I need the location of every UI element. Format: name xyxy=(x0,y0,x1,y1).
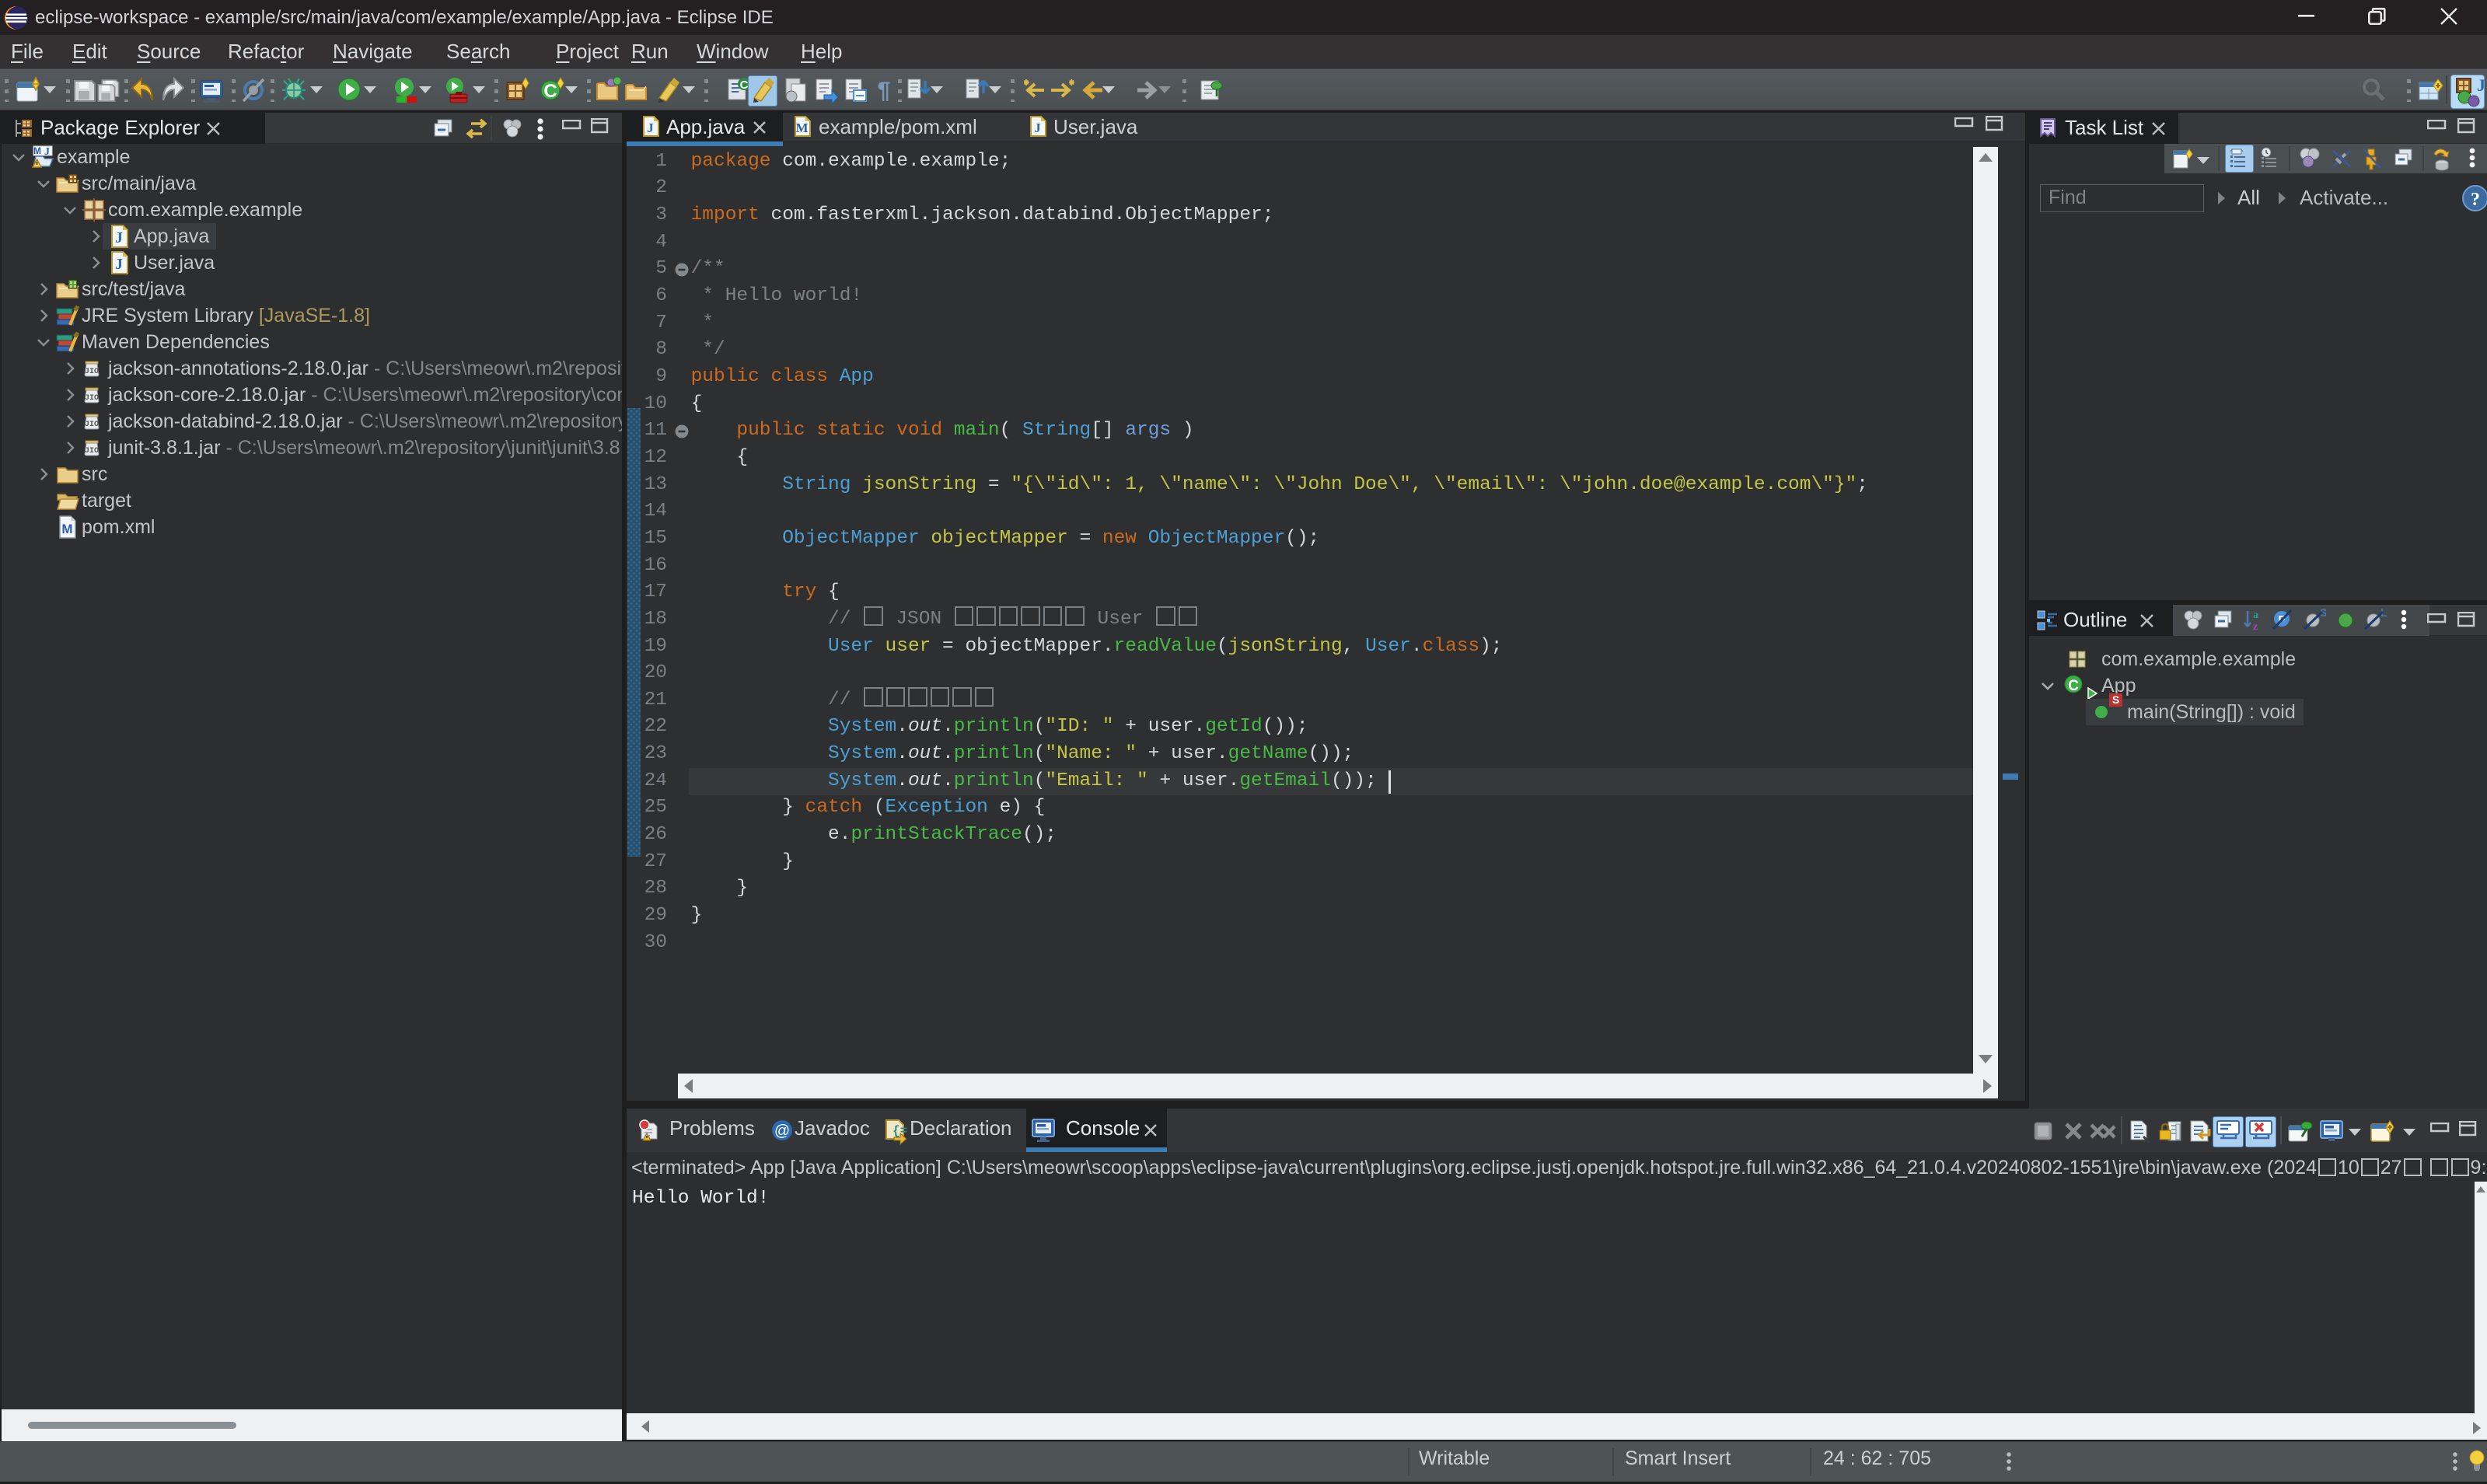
svg-text:JIO: JIO xyxy=(85,394,99,403)
svg-text:JIO: JIO xyxy=(85,447,99,456)
svg-text:J: J xyxy=(2477,77,2485,95)
svg-text:M: M xyxy=(795,120,808,135)
svg-text:?: ? xyxy=(2471,190,2480,210)
svg-text:C: C xyxy=(2068,678,2079,694)
svg-text:C: C xyxy=(543,81,557,102)
svg-text:J: J xyxy=(647,120,654,135)
svg-text:J: J xyxy=(115,229,123,246)
svg-text:J: J xyxy=(115,256,123,273)
svg-text:M: M xyxy=(33,145,41,156)
svg-text:C: C xyxy=(740,79,749,92)
svg-text:a: a xyxy=(2253,609,2258,621)
svg-text:@: @ xyxy=(774,1123,790,1140)
svg-text:JIO: JIO xyxy=(85,421,99,429)
svg-text:JIO: JIO xyxy=(85,368,99,376)
svg-text:J: J xyxy=(44,146,50,158)
svg-text:M: M xyxy=(61,522,72,536)
svg-text:z: z xyxy=(2253,621,2258,632)
svg-text:J: J xyxy=(1034,120,1041,135)
